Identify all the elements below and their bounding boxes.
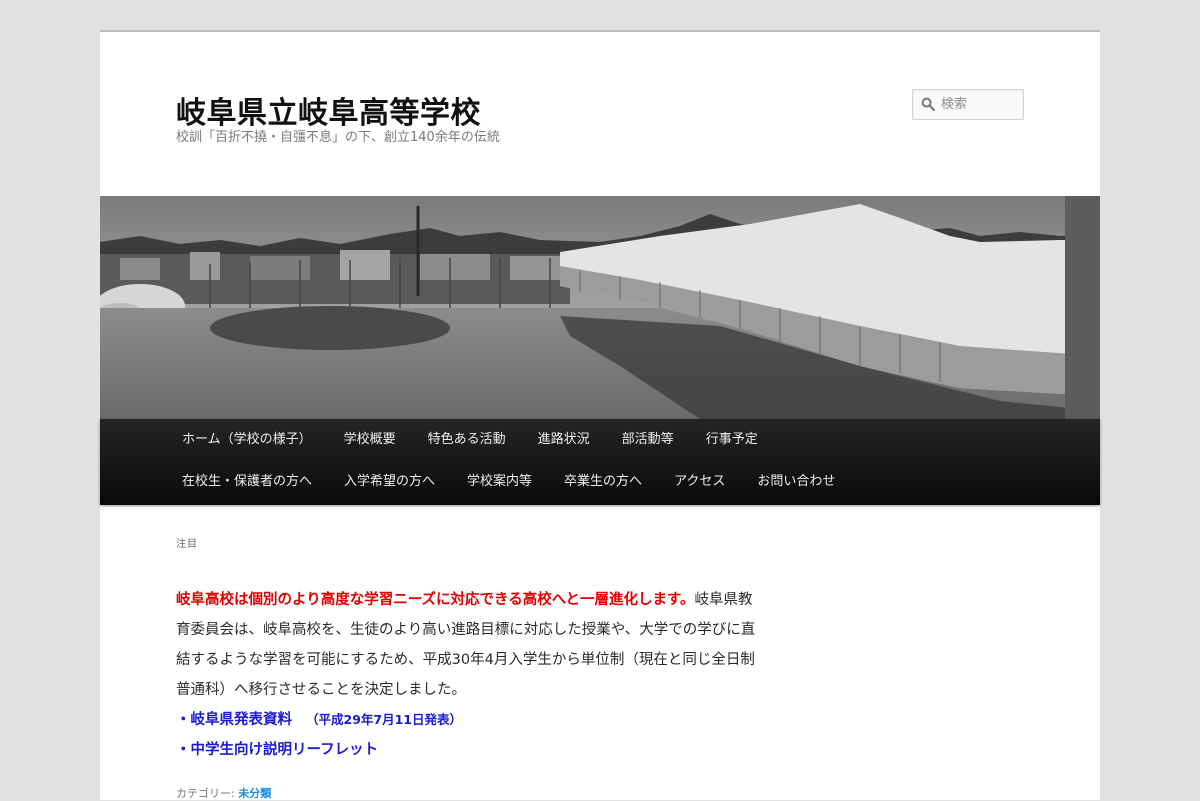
nav-item-club-activities[interactable]: 部活動等 bbox=[606, 419, 690, 461]
header-campus-photo bbox=[100, 196, 1100, 419]
nav-item-students-guardians[interactable]: 在校生・保護者の方へ bbox=[166, 461, 328, 503]
main-navigation: ホーム（学校の様子） 学校概要 特色ある活動 進路状況 部活動等 行事予定 在校… bbox=[100, 419, 1100, 505]
search-box[interactable] bbox=[912, 89, 1024, 120]
nav-item-career-status[interactable]: 進路状況 bbox=[522, 419, 606, 461]
post-lead-highlight: 岐阜高校は個別のより高度な学習ニーズに対応できる高校へと一層進化します。 bbox=[176, 592, 695, 608]
nav-item-school-overview[interactable]: 学校概要 bbox=[328, 419, 412, 461]
link-prefecture-announcement-date: （平成29年7月11日発表） bbox=[306, 712, 462, 727]
nav-item-contact[interactable]: お問い合わせ bbox=[741, 461, 851, 503]
post-content: 岐阜高校は個別のより高度な学習ニーズに対応できる高校へと一層進化します。岐阜県教… bbox=[176, 585, 761, 765]
nav-item-home[interactable]: ホーム（学校の様子） bbox=[166, 419, 328, 461]
link-prefecture-announcement[interactable]: ・岐阜県発表資料 （平成29年7月11日発表） bbox=[176, 705, 761, 735]
link-prefecture-announcement-label: ・岐阜県発表資料 bbox=[176, 712, 292, 728]
search-input[interactable] bbox=[941, 90, 1021, 119]
post-paragraph: 岐阜高校は個別のより高度な学習ニーズに対応できる高校へと一層進化します。岐阜県教… bbox=[176, 585, 761, 705]
site-description: 校訓「百折不撓・自彊不息」の下、創立140余年の伝統 bbox=[176, 130, 500, 145]
category-link[interactable]: 未分類 bbox=[238, 787, 271, 800]
search-icon bbox=[921, 97, 935, 111]
nav-item-school-guide[interactable]: 学校案内等 bbox=[451, 461, 548, 503]
post-category: カテゴリー: 未分類 bbox=[176, 785, 271, 801]
nav-item-prospective-students[interactable]: 入学希望の方へ bbox=[328, 461, 451, 503]
featured-label: 注目 bbox=[176, 539, 198, 550]
nav-item-access[interactable]: アクセス bbox=[658, 461, 741, 503]
nav-item-event-schedule[interactable]: 行事予定 bbox=[690, 419, 774, 461]
link-junior-high-leaflet[interactable]: ・中学生向け説明リーフレット bbox=[176, 735, 761, 765]
nav-item-special-activities[interactable]: 特色ある活動 bbox=[412, 419, 522, 461]
category-prefix: カテゴリー: bbox=[176, 787, 235, 800]
nav-item-alumni[interactable]: 卒業生の方へ bbox=[548, 461, 658, 503]
